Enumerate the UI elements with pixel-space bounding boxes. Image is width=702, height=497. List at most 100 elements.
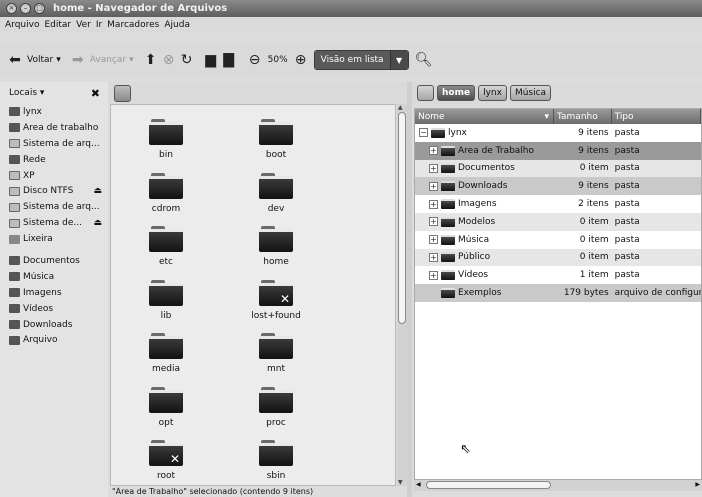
- scroll-right-icon[interactable]: ▶: [695, 481, 700, 488]
- scrollbar-thumb[interactable]: [398, 112, 406, 324]
- sidebar-item-filesystem-2[interactable]: Sistema de arq...: [0, 199, 108, 215]
- table-row[interactable]: − lynx 9 itens pasta: [415, 124, 701, 142]
- expand-icon[interactable]: +: [429, 181, 438, 191]
- folder-item[interactable]: sbin: [236, 440, 316, 481]
- sidebar-item-imagens[interactable]: Imagens: [0, 285, 108, 301]
- folder-icon: [149, 387, 183, 413]
- sidebar-item-lynx[interactable]: lynx: [0, 104, 108, 120]
- column-name[interactable]: Nome ▾: [415, 109, 555, 124]
- view-mode-select[interactable]: Visão em lista ▼: [313, 50, 409, 70]
- zoom-out-icon[interactable]: ⊖: [246, 52, 264, 68]
- folder-item[interactable]: lib: [126, 280, 206, 321]
- back-button[interactable]: ⬅ Voltar ▾: [6, 52, 61, 68]
- folder-item[interactable]: cdrom: [126, 173, 206, 214]
- sidebar-item-network[interactable]: Rede: [0, 152, 108, 168]
- table-row[interactable]: + Modelos 0 item pasta: [415, 212, 701, 231]
- expand-icon[interactable]: +: [429, 146, 438, 156]
- table-row[interactable]: Exemplos 179 bytes arquivo de configura: [415, 284, 701, 302]
- eject-icon[interactable]: ⏏: [93, 186, 102, 196]
- maximize-window-button[interactable]: □: [34, 3, 45, 14]
- menu-marcadores[interactable]: Marcadores: [107, 20, 159, 30]
- sidebar-item-xp[interactable]: XP: [0, 168, 108, 184]
- window-controls: × – □: [6, 3, 45, 14]
- back-dropdown-icon[interactable]: ▾: [56, 55, 61, 65]
- list-horizontal-scrollbar[interactable]: ◀ ▶: [414, 480, 702, 491]
- table-row[interactable]: + Área de Trabalho 9 itens pasta: [415, 141, 701, 160]
- table-row[interactable]: + Música 0 item pasta: [415, 231, 701, 249]
- table-row[interactable]: + Downloads 9 itens pasta: [415, 177, 701, 196]
- expand-icon[interactable]: +: [429, 163, 438, 173]
- column-size[interactable]: Tamanho: [554, 109, 612, 124]
- table-row[interactable]: + Documentos 0 item pasta: [415, 159, 701, 178]
- zoom-level: 50%: [267, 55, 288, 65]
- home-folder-icon[interactable]: ▆: [202, 52, 220, 68]
- sidebar-item-filesystem[interactable]: Sistema de arq...: [0, 136, 108, 152]
- menu-ir[interactable]: Ir: [96, 20, 102, 30]
- sidebar-item-documentos[interactable]: Documentos: [0, 253, 108, 269]
- folder-item[interactable]: home: [236, 226, 316, 267]
- table-row[interactable]: + Imagens 2 itens pasta: [415, 195, 701, 213]
- expand-icon[interactable]: +: [429, 217, 438, 227]
- menu-ver[interactable]: Ver: [76, 20, 91, 30]
- close-sidebar-icon[interactable]: ✖: [91, 87, 100, 100]
- expand-icon[interactable]: +: [429, 235, 438, 245]
- breadcrumb-lynx[interactable]: lynx: [478, 85, 507, 101]
- sidebar-item-ntfs[interactable]: Disco NTFS ⏏: [0, 183, 108, 199]
- computer-icon[interactable]: ▇: [220, 52, 238, 68]
- folder-item[interactable]: opt: [126, 387, 206, 428]
- expand-icon[interactable]: +: [429, 270, 438, 280]
- icon-view-scrollbar[interactable]: ▲ ▼: [397, 104, 407, 486]
- sidebar-item-desktop[interactable]: Área de trabalho: [0, 120, 108, 136]
- folder-item[interactable]: boot: [236, 119, 316, 160]
- list-view[interactable]: Nome ▾ Tamanho Tipo − lynx 9 itens pasta + Áre…: [414, 108, 702, 480]
- folder-item[interactable]: proc: [236, 387, 316, 428]
- eject-icon[interactable]: ⏏: [93, 218, 102, 228]
- toggle-pane-button[interactable]: [417, 85, 434, 101]
- folder-item[interactable]: mnt: [236, 333, 316, 374]
- breadcrumb-musica[interactable]: Música: [509, 85, 552, 101]
- sidebar-item-downloads[interactable]: Downloads: [0, 317, 108, 333]
- up-arrow-icon[interactable]: ⬆: [142, 52, 160, 68]
- menu-arquivo[interactable]: Arquivo: [5, 20, 39, 30]
- scroll-left-icon[interactable]: ◀: [416, 481, 421, 488]
- sidebar-item-videos[interactable]: Vídeos: [0, 301, 108, 317]
- table-row[interactable]: + Vídeos 1 item pasta: [415, 266, 701, 284]
- expand-icon[interactable]: +: [429, 199, 438, 209]
- zoom-in-icon[interactable]: ⊕: [292, 52, 310, 68]
- expand-icon[interactable]: +: [429, 252, 438, 262]
- menu-ajuda[interactable]: Ajuda: [164, 20, 190, 30]
- column-type[interactable]: Tipo: [612, 109, 701, 124]
- sidebar-item-musica[interactable]: Música: [0, 269, 108, 285]
- sidebar-item-filesystem-3[interactable]: Sistema de... ⏏: [0, 215, 108, 231]
- menu-editar[interactable]: Editar: [44, 20, 71, 30]
- forward-dropdown-icon[interactable]: ▾: [129, 55, 134, 65]
- places-dropdown[interactable]: Locais ▾: [9, 88, 44, 98]
- row-name: Downloads: [458, 181, 508, 192]
- folder-item[interactable]: ✕ root: [126, 440, 206, 481]
- search-icon[interactable]: 🔍︎: [415, 52, 433, 68]
- scroll-up-icon[interactable]: ▲: [398, 104, 403, 111]
- close-window-button[interactable]: ×: [6, 3, 17, 14]
- folder-item[interactable]: etc: [126, 226, 206, 267]
- collapse-icon[interactable]: −: [419, 128, 428, 138]
- scroll-down-icon[interactable]: ▼: [398, 479, 403, 486]
- folder-item[interactable]: bin: [126, 119, 206, 160]
- sidebar-item-arquivo[interactable]: Arquivo: [0, 332, 108, 348]
- folder-icon: [149, 280, 183, 306]
- minimize-window-button[interactable]: –: [20, 3, 31, 14]
- forward-button[interactable]: ➡ Avançar ▾: [69, 52, 134, 68]
- folder-item[interactable]: ✕ lost+found: [236, 280, 316, 321]
- icon-view[interactable]: bin boot cdrom dev etc home lib ✕ lost+f…: [110, 104, 396, 486]
- folder-item[interactable]: media: [126, 333, 206, 374]
- stop-icon[interactable]: ⊗: [160, 52, 178, 68]
- breadcrumb-home[interactable]: home: [437, 85, 476, 101]
- toggle-pane-button[interactable]: [114, 84, 131, 102]
- scrollbar-thumb[interactable]: [426, 481, 551, 489]
- row-type: pasta: [614, 252, 640, 263]
- table-row[interactable]: + Público 0 item pasta: [415, 248, 701, 267]
- folder-item[interactable]: dev: [236, 173, 316, 214]
- pane-divider[interactable]: [407, 82, 412, 497]
- folder-icon: [259, 119, 293, 145]
- sidebar-item-trash[interactable]: Lixeira: [0, 231, 108, 247]
- reload-icon[interactable]: ↻: [178, 52, 196, 68]
